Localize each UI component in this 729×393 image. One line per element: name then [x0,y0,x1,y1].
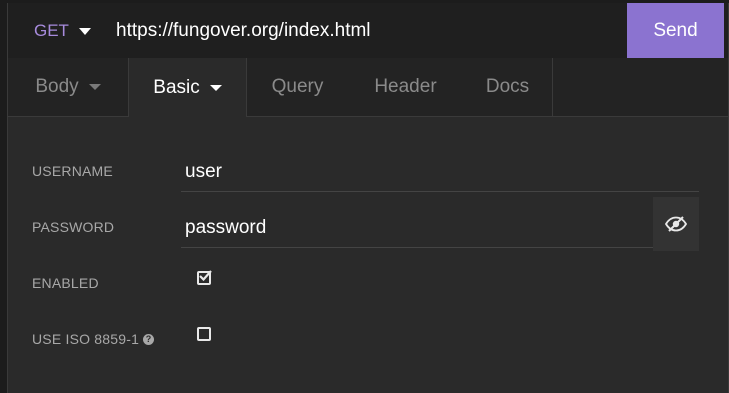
tab-body-label: Body [35,76,79,97]
tab-body[interactable]: Body [8,58,128,116]
password-field[interactable] [181,208,653,248]
request-panel: GET Send Body Basic Query Header Docs US… [7,3,729,393]
toggle-password-visibility-button[interactable] [653,197,699,251]
tab-header-label: Header [374,76,437,97]
username-label: USERNAME [32,163,113,179]
password-label: PASSWORD [32,219,115,235]
eye-slash-icon [665,216,687,232]
tab-basic-label: Basic [153,76,200,98]
tab-basic[interactable]: Basic [128,58,247,117]
enabled-label: ENABLED [32,275,99,291]
chevron-down-icon [88,84,101,90]
tab-header[interactable]: Header [348,58,463,116]
send-button[interactable]: Send [627,3,724,58]
method-label: GET [34,20,69,40]
iso-label-wrapper: USE ISO 8859-1 ? [32,331,155,347]
chevron-down-icon [209,85,222,91]
question-circle-icon[interactable]: ? [143,333,155,345]
tab-query[interactable]: Query [247,58,348,116]
tab-docs[interactable]: Docs [463,58,553,116]
enabled-checkbox[interactable] [197,270,212,285]
iso-checkbox[interactable] [197,327,211,341]
url-bar: GET Send [8,3,728,58]
tab-bar: Body Basic Query Header Docs [8,58,728,117]
tab-docs-label: Docs [485,76,530,97]
check-icon [199,270,212,282]
method-dropdown[interactable]: GET [34,3,91,58]
url-input[interactable] [116,3,616,58]
tab-query-label: Query [271,76,324,97]
username-field[interactable] [181,152,699,192]
caret-down-icon [78,27,91,35]
iso-label: USE ISO 8859-1 [32,331,140,347]
